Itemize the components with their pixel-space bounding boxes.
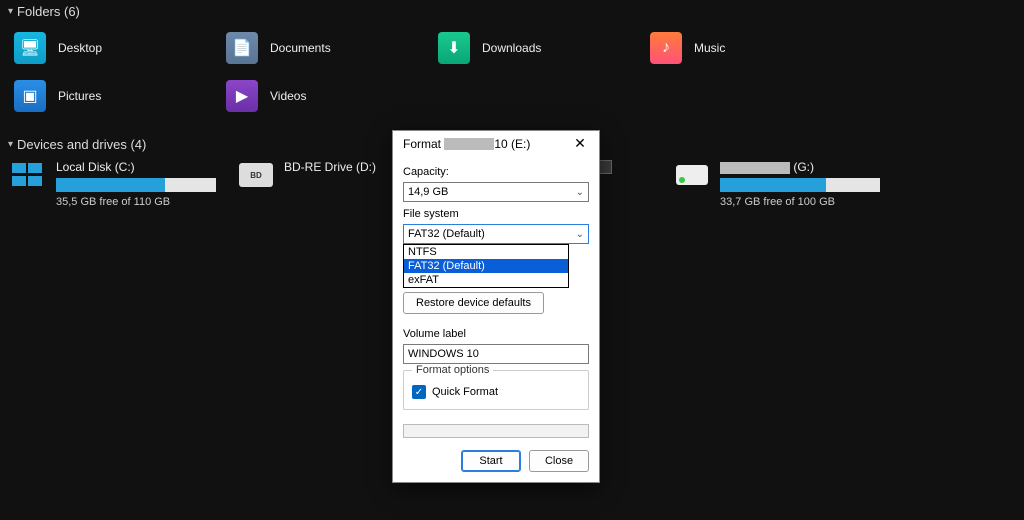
documents-icon: 📄 — [226, 32, 258, 64]
drive-free-text: 33,7 GB free of 100 GB — [720, 196, 880, 208]
chevron-down-icon: ▾ — [8, 139, 13, 150]
folder-music[interactable]: ♪ Music — [650, 27, 862, 69]
volume-label-input[interactable] — [403, 344, 589, 364]
folder-downloads[interactable]: ⬇ Downloads — [438, 27, 650, 69]
chevron-down-icon: ⌄ — [576, 229, 584, 240]
music-icon: ♪ — [650, 32, 682, 64]
dialog-titlebar[interactable]: Format 10 (E:) ✕ — [393, 131, 599, 158]
capacity-label: Capacity: — [403, 166, 589, 178]
fs-option-ntfs[interactable]: NTFS — [404, 245, 568, 259]
folder-label: Videos — [270, 89, 306, 103]
pictures-icon: ▣ — [14, 80, 46, 112]
filesystem-dropdown: NTFS FAT32 (Default) exFAT — [403, 244, 569, 288]
devices-header-label: Devices and drives (4) — [17, 137, 146, 152]
windows-drive-icon — [10, 160, 46, 190]
hdd-icon — [674, 160, 710, 190]
dialog-title: Format 10 (E:) — [403, 137, 530, 151]
restore-defaults-button[interactable]: Restore device defaults — [403, 292, 544, 314]
folder-documents[interactable]: 📄 Documents — [226, 27, 438, 69]
drive-name: Local Disk (C:) — [56, 160, 216, 174]
folders-grid: 🖥 Desktop 📄 Documents ⬇ Downloads ♪ Musi… — [0, 23, 1024, 133]
drive-usage-bar — [56, 178, 216, 192]
fs-option-exfat[interactable]: exFAT — [404, 273, 568, 287]
capacity-select[interactable]: 14,9 GB ⌄ — [403, 182, 589, 202]
folders-section-header[interactable]: ▾ Folders (6) — [0, 0, 1024, 23]
folder-label: Desktop — [58, 41, 102, 55]
videos-icon: ▶ — [226, 80, 258, 112]
filesystem-value: FAT32 (Default) — [408, 228, 485, 240]
drive-usage-bar — [720, 178, 880, 192]
format-options-legend: Format options — [412, 364, 493, 376]
folder-pictures[interactable]: ▣ Pictures — [14, 75, 226, 117]
drive-name: BD-RE Drive (D:) — [284, 160, 376, 174]
downloads-icon: ⬇ — [438, 32, 470, 64]
format-dialog: Format 10 (E:) ✕ Capacity: 14,9 GB ⌄ Fil… — [392, 130, 600, 483]
drive-name: (G:) — [720, 160, 880, 174]
folder-videos[interactable]: ▶ Videos — [226, 75, 438, 117]
folder-label: Downloads — [482, 41, 541, 55]
folder-label: Music — [694, 41, 725, 55]
close-icon[interactable]: ✕ — [569, 135, 591, 152]
folder-label: Documents — [270, 41, 331, 55]
optical-drive-icon: BD — [238, 160, 274, 190]
filesystem-label: File system — [403, 208, 589, 220]
folder-label: Pictures — [58, 89, 101, 103]
fs-option-fat32[interactable]: FAT32 (Default) — [404, 259, 568, 273]
folders-header-label: Folders (6) — [17, 4, 80, 19]
filesystem-select[interactable]: FAT32 (Default) ⌄ — [403, 224, 589, 244]
volume-label-caption: Volume label — [403, 328, 589, 340]
drive-free-text: 35,5 GB free of 110 GB — [56, 196, 216, 208]
quick-format-label: Quick Format — [432, 386, 498, 398]
chevron-down-icon: ▾ — [8, 6, 13, 17]
close-button[interactable]: Close — [529, 450, 589, 472]
format-options-group: Format options ✓ Quick Format — [403, 370, 589, 410]
quick-format-checkbox[interactable]: ✓ Quick Format — [412, 385, 580, 399]
chevron-down-icon: ⌄ — [576, 187, 584, 198]
folder-desktop[interactable]: 🖥 Desktop — [14, 27, 226, 69]
drive-c[interactable]: Local Disk (C:) 35,5 GB free of 110 GB — [10, 160, 220, 208]
drive-g[interactable]: (G:) 33,7 GB free of 100 GB — [674, 160, 884, 208]
start-button[interactable]: Start — [461, 450, 521, 472]
checkbox-checked-icon: ✓ — [412, 385, 426, 399]
capacity-value: 14,9 GB — [408, 186, 448, 198]
desktop-icon: 🖥 — [14, 32, 46, 64]
format-progress-bar — [403, 424, 589, 438]
